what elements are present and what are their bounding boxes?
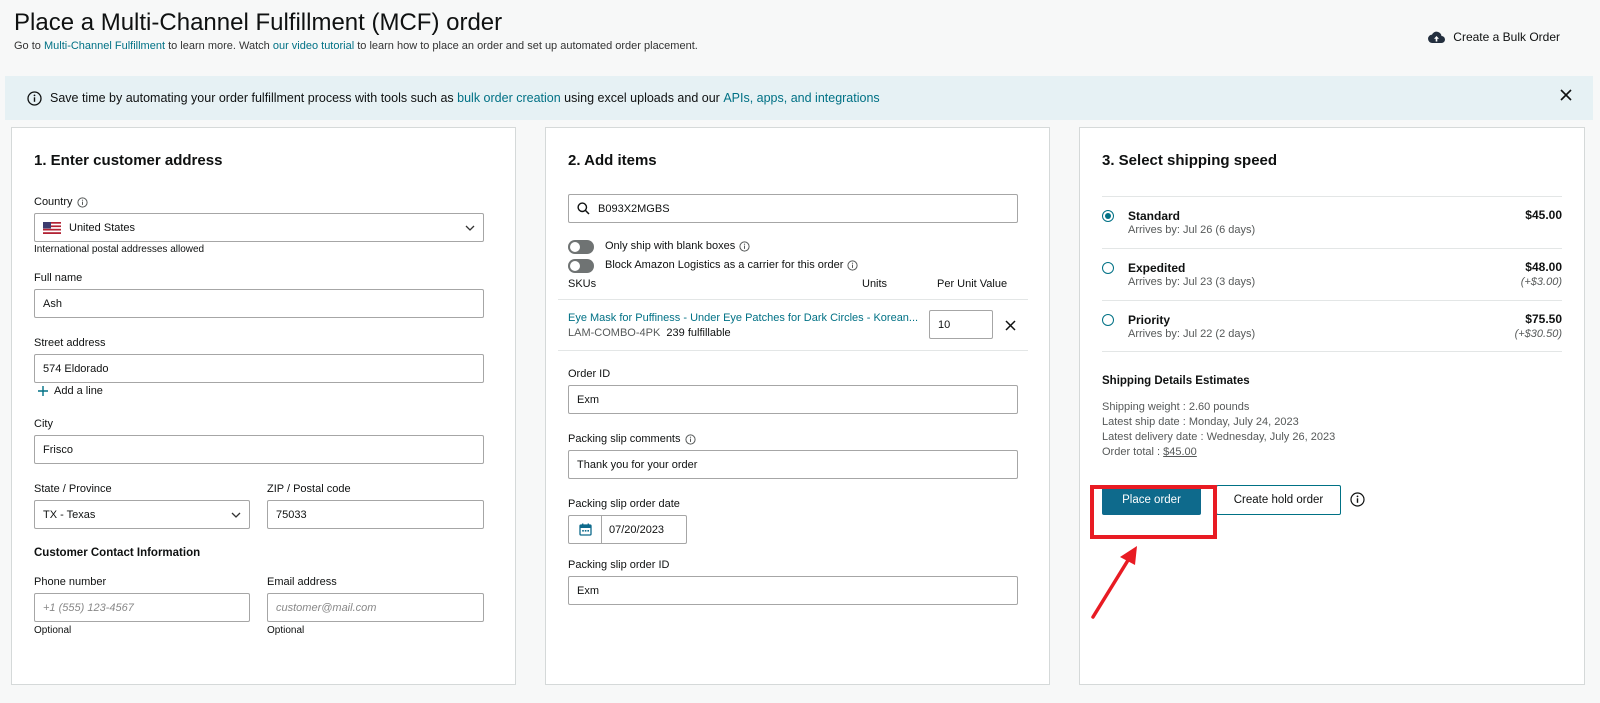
address-section-title: 1. Enter customer address — [34, 152, 223, 169]
customer-address-card: 1. Enter customer address Country United… — [11, 127, 516, 685]
order-total-value[interactable]: $45.00 — [1163, 446, 1197, 458]
info-icon[interactable] — [1350, 492, 1365, 507]
packing-slip-comments-input[interactable]: Thank you for your order — [568, 450, 1018, 479]
search-icon — [577, 202, 590, 215]
email-hint: Optional — [267, 625, 305, 636]
state-select[interactable]: TX - Texas — [34, 500, 250, 529]
items-section-title: 2. Add items — [568, 152, 657, 169]
place-order-highlight — [1090, 485, 1217, 539]
bulk-order-creation-link[interactable]: bulk order creation — [457, 91, 561, 105]
info-icon[interactable] — [739, 240, 750, 252]
video-tutorial-link[interactable]: our video tutorial — [273, 40, 354, 52]
col-per-unit-value: Per Unit Value — [937, 278, 1008, 290]
add-line-button[interactable]: Add a line — [38, 385, 103, 397]
blank-boxes-toggle[interactable] — [568, 240, 594, 254]
shipping-section-title: 3. Select shipping speed — [1102, 152, 1278, 169]
radio-priority[interactable] — [1102, 314, 1114, 326]
calendar-button[interactable] — [569, 516, 602, 543]
email-input[interactable]: customer@mail.com — [267, 593, 484, 622]
packing-slip-date-label: Packing slip order date — [568, 498, 680, 510]
item-title-link[interactable]: Eye Mask for Puffiness - Under Eye Patch… — [568, 312, 918, 324]
radio-expedited[interactable] — [1102, 262, 1114, 274]
table-row: Eye Mask for Puffiness - Under Eye Patch… — [558, 299, 1028, 351]
radio-standard[interactable] — [1102, 210, 1114, 222]
info-icon[interactable] — [76, 196, 88, 208]
full-name-input[interactable]: Ash — [34, 289, 484, 318]
latest-delivery-date: Latest delivery date : Wednesday, July 2… — [1102, 431, 1336, 443]
info-icon[interactable] — [684, 433, 696, 445]
order-id-label: Order ID — [568, 368, 611, 380]
order-id-input[interactable]: Exm — [568, 385, 1018, 414]
country-select[interactable]: United States — [34, 213, 484, 242]
street-address-label: Street address — [34, 337, 106, 349]
state-label: State / Province — [34, 483, 112, 495]
item-sku: LAM-COMBO-4PK 239 fulfillable — [568, 327, 731, 339]
order-total: Order total : $45.00 — [1102, 446, 1197, 458]
zip-label: ZIP / Postal code — [267, 483, 351, 495]
zip-input[interactable]: 75033 — [267, 500, 484, 529]
shipping-option-expedited[interactable]: Expedited Arrives by: Jul 23 (3 days) $4… — [1102, 248, 1562, 300]
us-flag-icon — [43, 221, 61, 234]
chevron-down-icon — [231, 512, 241, 518]
info-icon — [27, 90, 42, 106]
packing-slip-date-input[interactable]: 07/20/2023 — [568, 515, 687, 544]
packing-slip-order-id-input[interactable]: Exm — [568, 576, 1018, 605]
units-input[interactable]: 10 — [929, 310, 993, 339]
packing-slip-order-id-label: Packing slip order ID — [568, 559, 670, 571]
street-address-input[interactable]: 574 Eldorado — [34, 354, 484, 383]
block-amazon-logistics-toggle[interactable] — [568, 259, 594, 273]
apis-apps-link[interactable]: APIs, apps, and integrations — [723, 91, 879, 105]
create-hold-order-button[interactable]: Create hold order — [1216, 485, 1341, 515]
mcf-link[interactable]: Multi-Channel Fulfillment — [44, 40, 165, 52]
add-items-card: 2. Add items B093X2MGBS Only ship with b… — [545, 127, 1050, 685]
city-input[interactable]: Frisco — [34, 435, 484, 464]
shipping-weight: Shipping weight : 2.60 pounds — [1102, 401, 1250, 413]
create-bulk-order-button[interactable]: Create a Bulk Order — [1428, 30, 1560, 44]
item-search-input[interactable]: B093X2MGBS — [568, 194, 1018, 223]
packing-slip-comments-label: Packing slip comments — [568, 433, 696, 445]
phone-input[interactable]: +1 (555) 123-4567 — [34, 593, 250, 622]
plus-icon — [38, 386, 48, 396]
blank-boxes-label: Only ship with blank boxes — [605, 240, 750, 252]
page-title: Place a Multi-Channel Fulfillment (MCF) … — [14, 9, 503, 36]
cloud-upload-icon — [1428, 31, 1446, 43]
latest-ship-date: Latest ship date : Monday, July 24, 2023 — [1102, 416, 1299, 428]
city-label: City — [34, 418, 53, 430]
shipping-option-priority[interactable]: Priority Arrives by: Jul 22 (2 days) $75… — [1102, 300, 1562, 352]
remove-item-icon[interactable] — [1005, 320, 1016, 331]
shipping-option-standard[interactable]: Standard Arrives by: Jul 26 (6 days) $45… — [1102, 196, 1562, 248]
shipping-estimates-title: Shipping Details Estimates — [1102, 375, 1250, 387]
annotation-arrow-icon — [1091, 546, 1137, 619]
phone-hint: Optional — [34, 625, 72, 636]
phone-label: Phone number — [34, 576, 107, 588]
contact-section-title: Customer Contact Information — [34, 547, 201, 559]
shipping-speed-card: 3. Select shipping speed Standard Arrive… — [1079, 127, 1585, 685]
email-label: Email address — [267, 576, 337, 588]
chevron-down-icon — [465, 225, 475, 231]
col-skus: SKUs — [568, 278, 597, 290]
calendar-icon — [578, 523, 592, 536]
close-icon[interactable] — [1559, 88, 1573, 102]
col-units: Units — [862, 278, 888, 290]
country-hint: International postal addresses allowed — [34, 244, 205, 255]
full-name-label: Full name — [34, 272, 83, 284]
country-label: Country — [34, 196, 88, 208]
info-banner: Save time by automating your order fulfi… — [5, 76, 1593, 120]
block-amazon-logistics-label: Block Amazon Logistics as a carrier for … — [605, 259, 859, 271]
page-header: Place a Multi-Channel Fulfillment (MCF) … — [14, 8, 698, 52]
page-subtitle: Go to Multi-Channel Fulfillment to learn… — [14, 40, 698, 52]
info-icon[interactable] — [847, 259, 859, 271]
